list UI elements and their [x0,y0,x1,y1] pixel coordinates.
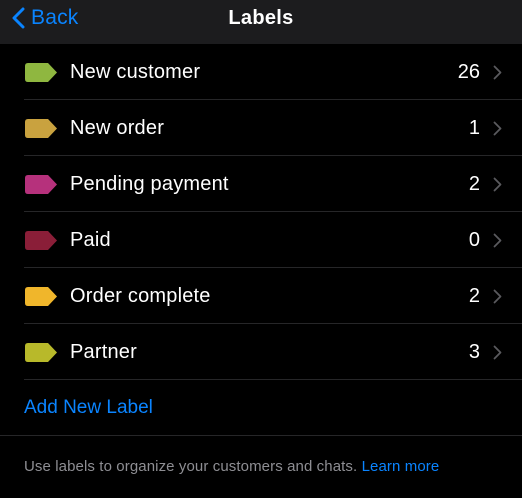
label-count: 2 [468,285,480,307]
add-new-label-button[interactable]: Add New Label [0,380,522,436]
label-name: New order [70,117,165,139]
label-name: New customer [70,61,201,83]
labels-screen: Back Labels New customer 26 New order 1 [0,0,522,498]
chevron-right-icon [493,177,502,192]
tag-icon [25,231,57,250]
label-row-new-order[interactable]: New order 1 [0,100,522,156]
tag-icon [25,175,57,194]
tag-icon [25,343,57,362]
learn-more-link[interactable]: Learn more [362,458,440,475]
chevron-right-icon [493,289,502,304]
label-count: 2 [468,173,480,195]
navigation-bar: Back Labels [0,0,522,44]
label-row-pending-payment[interactable]: Pending payment 2 [0,156,522,212]
chevron-right-icon [493,233,502,248]
chevron-right-icon [493,65,502,80]
label-name: Order complete [70,285,211,307]
label-count: 0 [468,229,480,251]
footer-note: Use labels to organize your customers an… [0,436,522,475]
label-row-paid[interactable]: Paid 0 [0,212,522,268]
label-count: 26 [457,61,480,83]
tag-icon [25,63,57,82]
label-name: Partner [70,341,137,363]
chevron-right-icon [493,345,502,360]
chevron-right-icon [493,121,502,136]
page-title: Labels [228,7,294,29]
label-row-new-customer[interactable]: New customer 26 [0,44,522,100]
label-count: 1 [468,117,480,139]
footer-text: Use labels to organize your customers an… [24,458,358,475]
label-row-partner[interactable]: Partner 3 [0,324,522,380]
label-row-order-complete[interactable]: Order complete 2 [0,268,522,324]
label-name: Pending payment [70,173,229,195]
tag-icon [25,119,57,138]
label-count: 3 [468,341,480,363]
label-name: Paid [70,229,111,251]
tag-icon [25,287,57,306]
labels-list: New customer 26 New order 1 Pending paym… [0,44,522,436]
add-new-label-text: Add New Label [24,397,153,418]
